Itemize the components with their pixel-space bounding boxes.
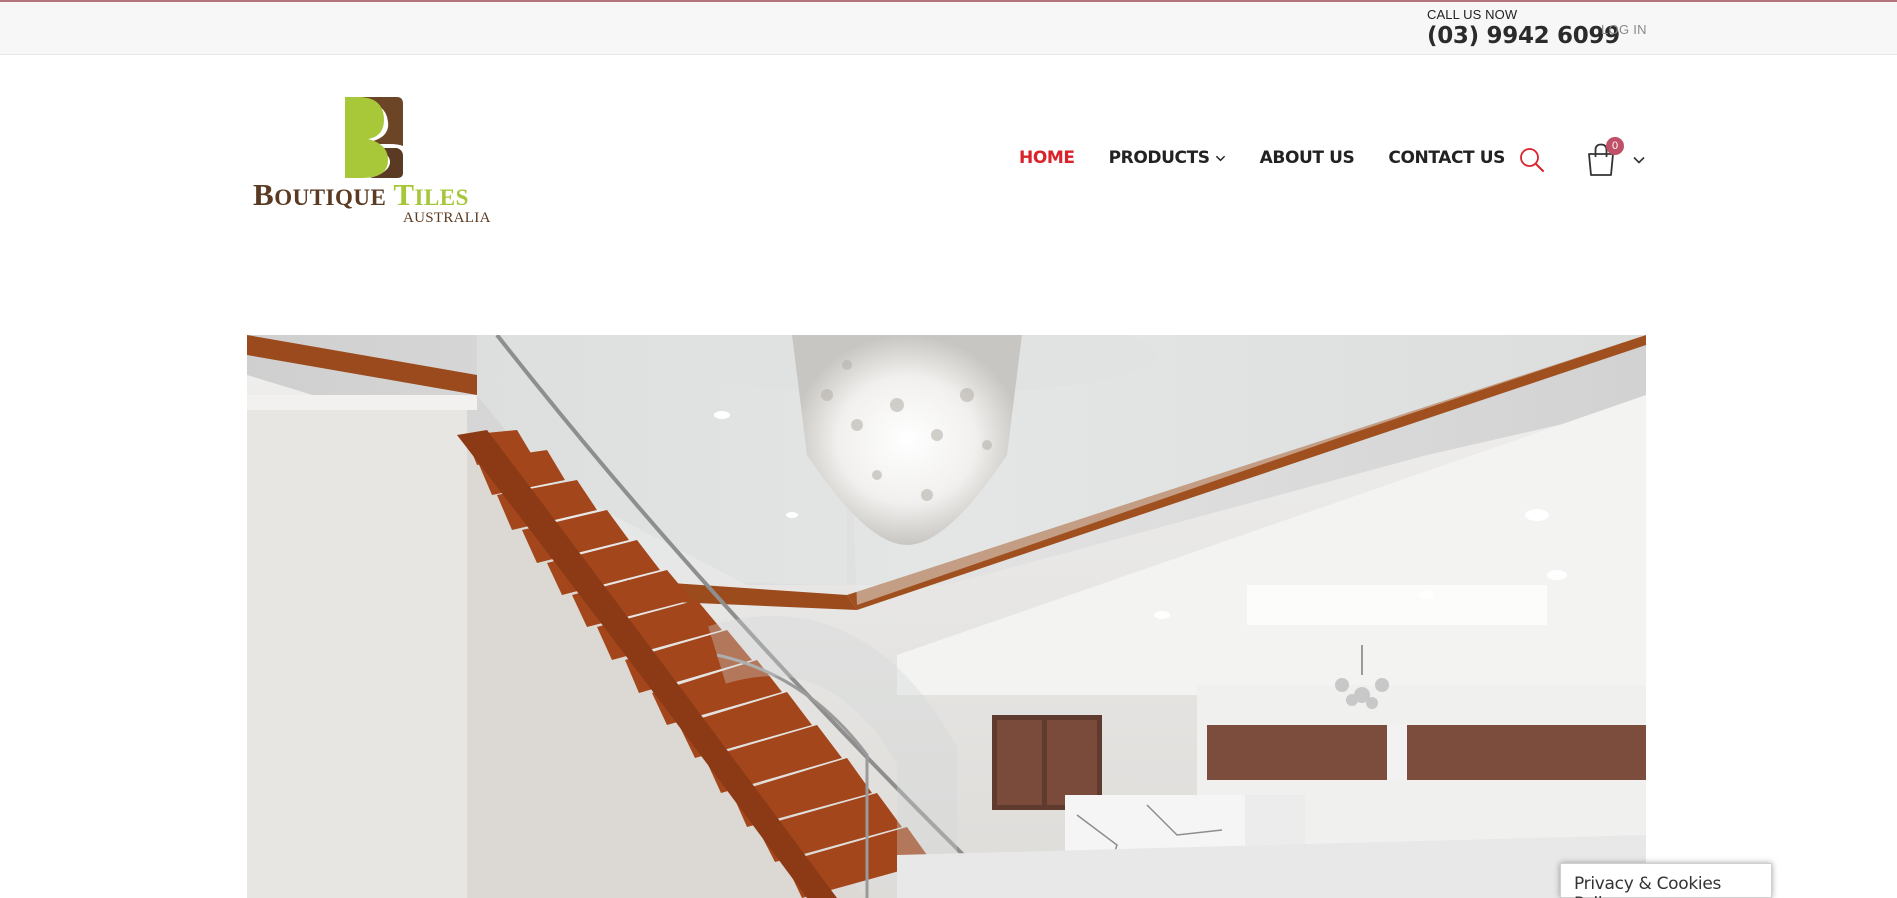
main-nav: HOME PRODUCTS ABOUT US CONTACT US	[1019, 148, 1539, 168]
svg-text:BOUTIQUETILES: BOUTIQUE TILES	[253, 177, 469, 212]
call-us-label: CALL US NOW	[1427, 7, 1518, 22]
search-icon[interactable]	[1518, 146, 1546, 174]
nav-item-products-label: PRODUCTS	[1108, 148, 1210, 168]
hero-banner-image	[247, 335, 1646, 898]
site-logo[interactable]: BOUTIQUE TILES AUSTRALIA	[250, 92, 495, 227]
phone-number[interactable]: (03) 9942 6099	[1427, 23, 1620, 49]
boutique-tiles-logo: BOUTIQUE TILES AUSTRALIA	[253, 97, 491, 226]
cart-count-badge: 0	[1606, 137, 1624, 155]
privacy-cookies-policy-button[interactable]: Privacy & Cookies Policy	[1560, 863, 1772, 898]
chevron-down-icon	[1215, 155, 1225, 161]
top-bar: CALL US NOW (03) 9942 6099 LOG IN	[0, 0, 1897, 55]
nav-item-about-us[interactable]: ABOUT US	[1260, 148, 1355, 168]
login-link[interactable]: LOG IN	[1601, 22, 1647, 37]
svg-text:AUSTRALIA: AUSTRALIA	[403, 210, 491, 226]
nav-item-contact-us[interactable]: CONTACT US	[1388, 148, 1505, 168]
cart-chevron-down-icon[interactable]	[1632, 153, 1646, 167]
interior-staircase-illustration	[247, 335, 1646, 898]
nav-item-home[interactable]: HOME	[1019, 148, 1075, 168]
call-us-block: CALL US NOW (03) 9942 6099	[1427, 7, 1620, 49]
nav-item-products[interactable]: PRODUCTS	[1109, 148, 1226, 168]
